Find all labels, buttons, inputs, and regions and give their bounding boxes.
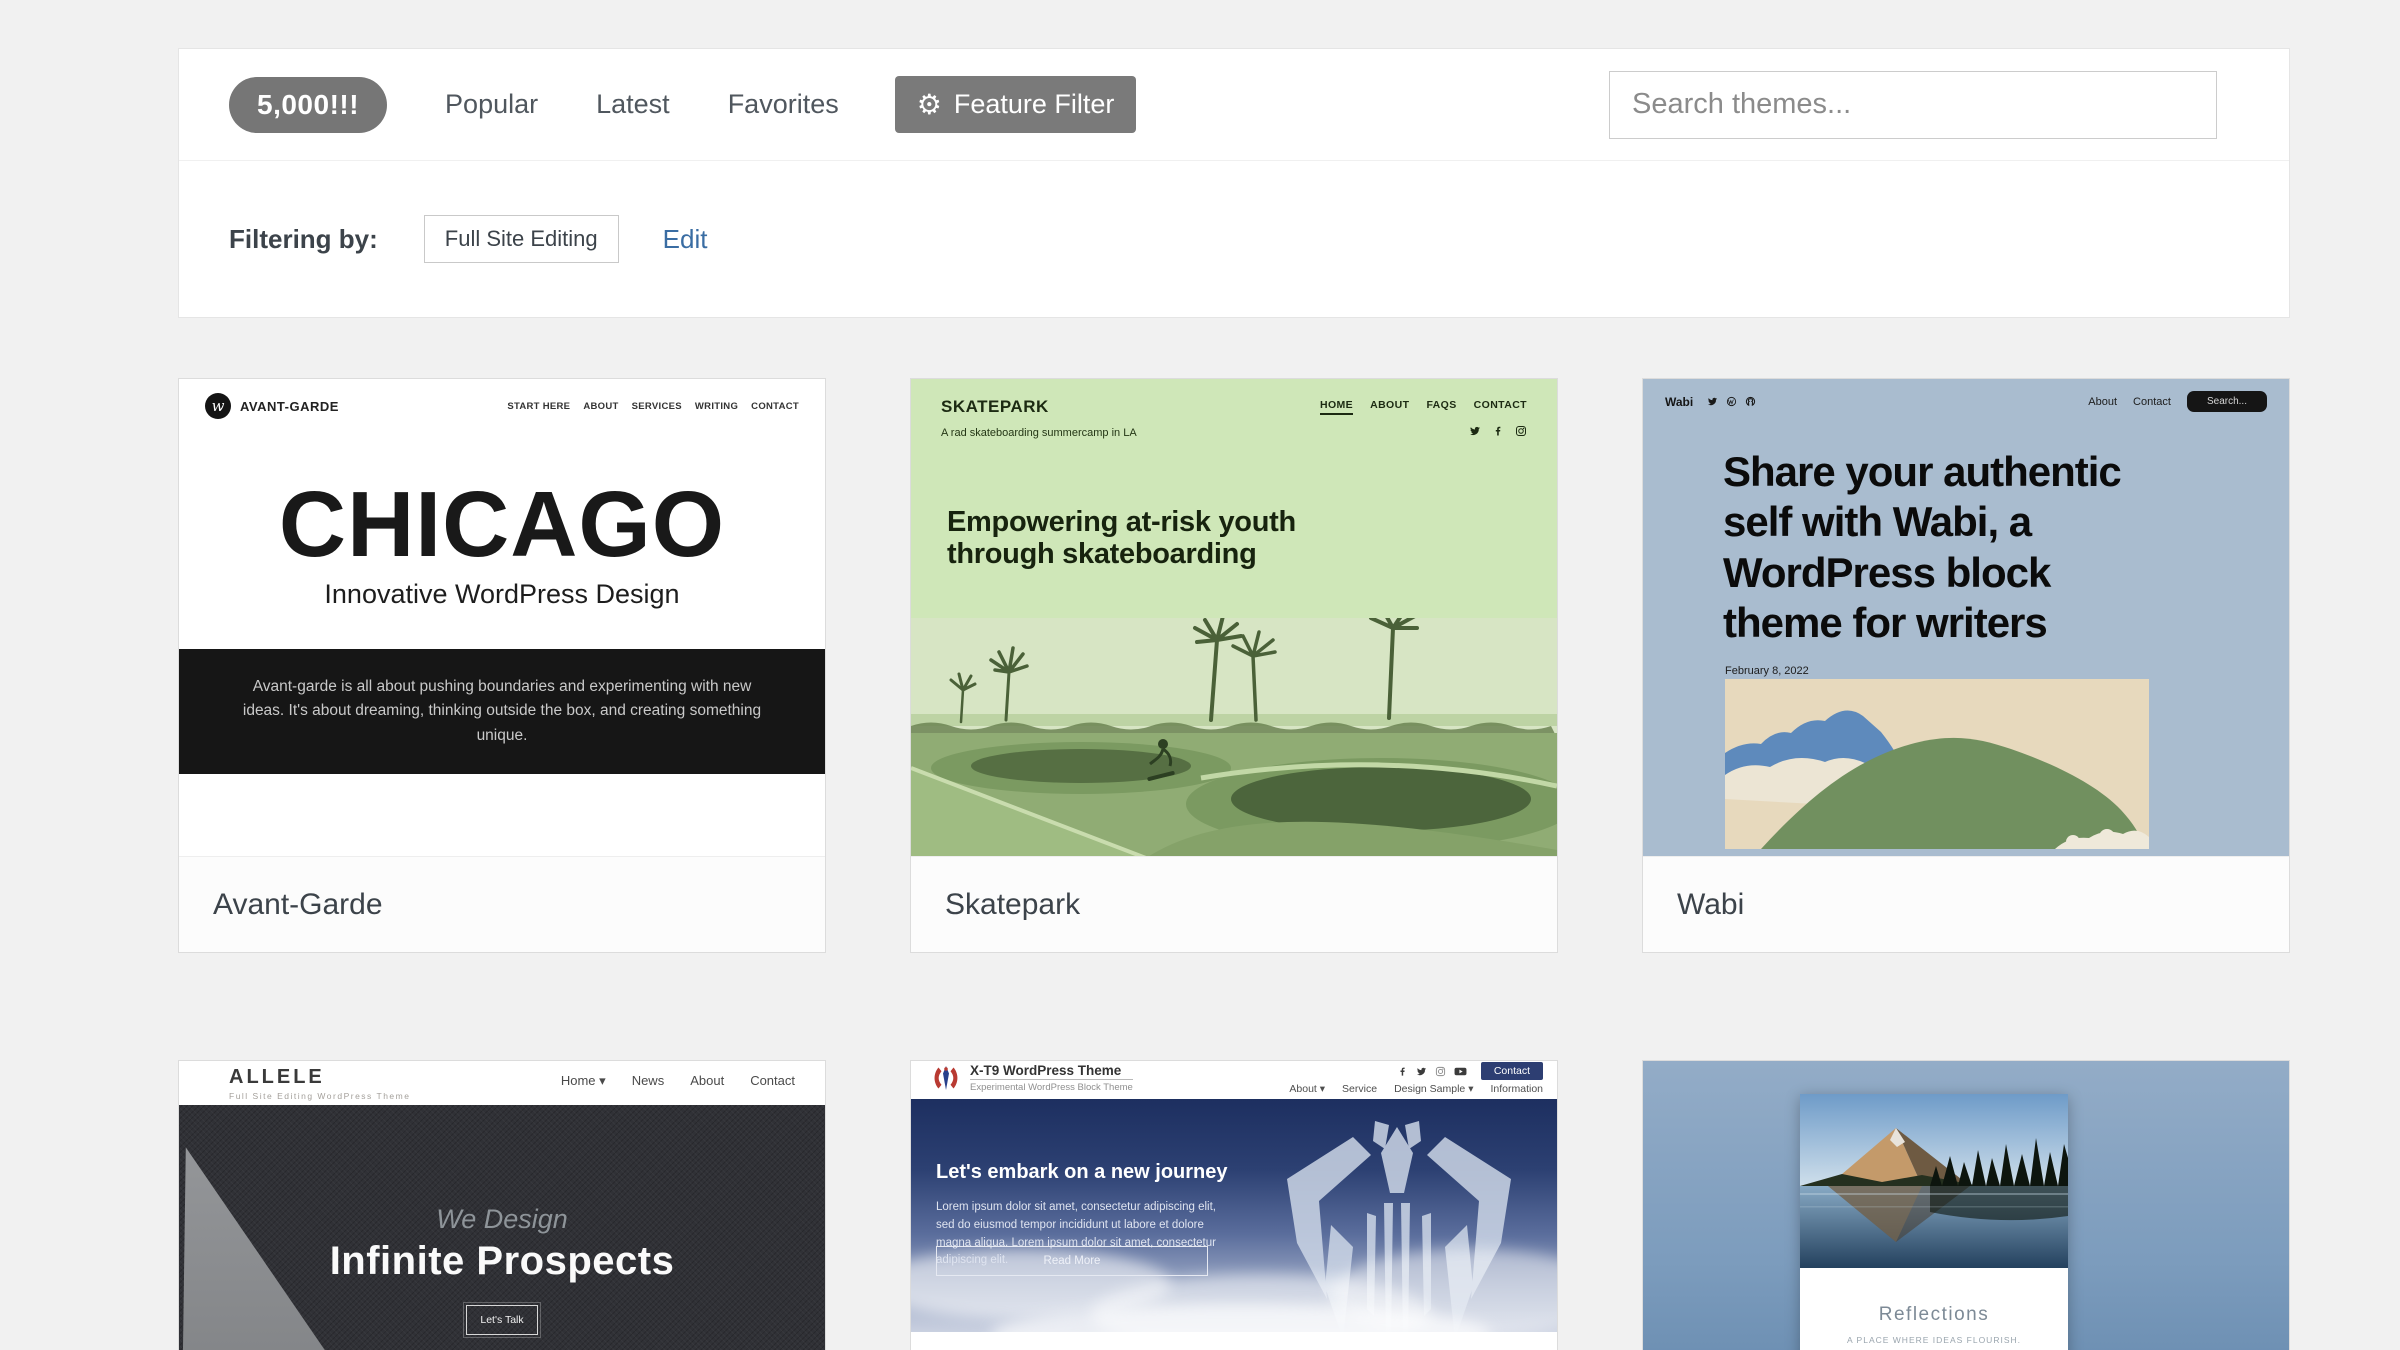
theme-card-avant-garde[interactable]: w AVANT-GARDE START HERE ABOUT SERVICES … (178, 378, 826, 953)
gear-icon: ⚙ (917, 91, 942, 119)
mountain-lake-photo (1800, 1094, 2068, 1268)
chevron-down-icon: ▾ (599, 1073, 606, 1088)
preview-brand: ALLELE (229, 1066, 325, 1089)
theme-grid: w AVANT-GARDE START HERE ABOUT SERVICES … (178, 378, 2290, 1350)
themes-directory-page: { "toolbar": { "count_badge": "5,000!!!"… (0, 0, 2400, 1350)
preview-cta-button: Let's Talk (466, 1305, 537, 1335)
preview-tagline: Full Site Editing WordPress Theme (229, 1091, 410, 1101)
x-t9-hero: Let's embark on a new journey Lorem ipsu… (911, 1099, 1557, 1332)
theme-card-skatepark[interactable]: SKATEPARK A rad skateboarding summercamp… (910, 378, 1558, 953)
theme-card-x-t9[interactable]: X-T9 WordPress Theme Experimental WordPr… (910, 1060, 1558, 1350)
preview-tagline: A rad skateboarding summercamp in LA (941, 427, 1137, 439)
wabi-preview: Wabi About Contact Search... Share your … (1643, 379, 2289, 858)
wabi-artwork (1725, 679, 2149, 849)
edit-filters-link[interactable]: Edit (663, 224, 708, 255)
preview-hero-subtitle: Innovative WordPress Design (179, 579, 825, 610)
preview-brand: AVANT-GARDE (240, 399, 339, 414)
preview-date: February 8, 2022 (1725, 665, 1809, 677)
theme-name: Wabi (1677, 888, 1744, 922)
nav-latest[interactable]: Latest (596, 89, 670, 120)
preview-brand: Wabi (1665, 395, 1693, 409)
wordpress-icon (1726, 396, 1737, 407)
skatepark-photo (911, 618, 1557, 858)
feature-filter-label: Feature Filter (954, 89, 1115, 120)
preview-headline: Let's embark on a new journey (936, 1161, 1228, 1184)
facebook-icon (1397, 1066, 1408, 1077)
preview-cta-button: Read More (936, 1246, 1208, 1276)
skatepark-preview: SKATEPARK A rad skateboarding summercamp… (911, 379, 1557, 858)
nav-favorites[interactable]: Favorites (728, 89, 839, 120)
theme-count-badge[interactable]: 5,000!!! (229, 77, 387, 133)
preview-headline: Empowering at-risk youth through skatebo… (947, 507, 1377, 571)
preview-site-subtitle: A PLACE WHERE IDEAS FLOURISH. (1800, 1335, 2068, 1345)
theme-card-reflections[interactable]: Reflections A PLACE WHERE IDEAS FLOURISH… (1642, 1060, 2290, 1350)
filtering-by-label: Filtering by: (229, 224, 378, 255)
preview-nav: About ▾ Service Design Sample ▾ Informat… (1289, 1083, 1543, 1095)
preview-nav-about: About (2088, 396, 2117, 408)
preview-lower-section (911, 1332, 1557, 1350)
theme-card-footer: Avant-Garde (179, 856, 825, 952)
chevron-down-icon: ▾ (1468, 1083, 1473, 1095)
preview-nav: START HERE ABOUT SERVICES WRITING CONTAC… (507, 401, 799, 412)
feature-filter-button[interactable]: ⚙ Feature Filter (895, 76, 1137, 133)
twitter-icon (1707, 396, 1718, 407)
allele-hero: We Design Infinite Prospects Let's Talk (179, 1105, 825, 1350)
nav-popular[interactable]: Popular (445, 89, 538, 120)
chevron-down-icon: ▾ (1320, 1083, 1325, 1095)
preview-contact-button: Contact (1481, 1062, 1543, 1080)
preview-nav: HOME ABOUT FAQS CONTACT (1320, 399, 1527, 415)
preview-social-icons: Contact (1289, 1062, 1543, 1080)
preview-social-icons (1707, 396, 1756, 407)
search-input[interactable] (1609, 71, 2217, 139)
instagram-icon (1435, 1066, 1446, 1077)
active-filter-tag: Full Site Editing (424, 215, 619, 263)
preview-social-icons (1469, 425, 1527, 437)
preview-hero-title: CHICAGO (179, 471, 825, 578)
theme-name: Avant-Garde (213, 888, 383, 922)
theme-name: Skatepark (945, 888, 1080, 922)
theme-card-wabi[interactable]: Wabi About Contact Search... Share your … (1642, 378, 2290, 953)
preview-text-band: Avant-garde is all about pushing boundar… (179, 649, 825, 774)
preview-eyebrow: We Design (179, 1204, 825, 1235)
preview-site-title: Reflections (1800, 1304, 2068, 1326)
instagram-icon (1515, 425, 1527, 437)
github-icon (1745, 396, 1756, 407)
preview-tagline: Experimental WordPress Block Theme (970, 1082, 1133, 1093)
youtube-icon (1454, 1066, 1467, 1077)
preview-headline: Share your authentic self with Wabi, a W… (1723, 447, 2123, 649)
reflections-inner-card: Reflections A PLACE WHERE IDEAS FLOURISH… (1800, 1094, 2068, 1350)
preview-nav-contact: Contact (2133, 396, 2171, 408)
theme-card-footer: Wabi (1643, 856, 2289, 952)
themes-toolbar-panel: 5,000!!! Popular Latest Favorites ⚙ Feat… (178, 48, 2290, 318)
theme-card-footer: Skatepark (911, 856, 1557, 952)
facebook-icon (1492, 425, 1504, 437)
preview-nav: Home ▾ News About Contact (561, 1073, 795, 1089)
toolbar: 5,000!!! Popular Latest Favorites ⚙ Feat… (179, 49, 2289, 161)
twitter-icon (1469, 425, 1481, 437)
allele-preview: ALLELE Full Site Editing WordPress Theme… (179, 1061, 825, 1350)
preview-search-button: Search... (2187, 391, 2267, 412)
preview-brand: X-T9 WordPress Theme (970, 1063, 1133, 1080)
x-t9-preview: X-T9 WordPress Theme Experimental WordPr… (911, 1061, 1557, 1350)
reflections-preview: Reflections A PLACE WHERE IDEAS FLOURISH… (1643, 1061, 2289, 1350)
twitter-icon (1416, 1066, 1427, 1077)
avant-garde-preview: w AVANT-GARDE START HERE ABOUT SERVICES … (179, 379, 825, 858)
avant-garde-logo-icon: w (205, 393, 231, 419)
theme-card-allele[interactable]: ALLELE Full Site Editing WordPress Theme… (178, 1060, 826, 1350)
preview-headline: Infinite Prospects (179, 1239, 825, 1284)
filter-bar: Filtering by: Full Site Editing Edit (179, 161, 2289, 317)
preview-brand: SKATEPARK (941, 397, 1049, 417)
x-t9-logo-icon (931, 1064, 961, 1092)
